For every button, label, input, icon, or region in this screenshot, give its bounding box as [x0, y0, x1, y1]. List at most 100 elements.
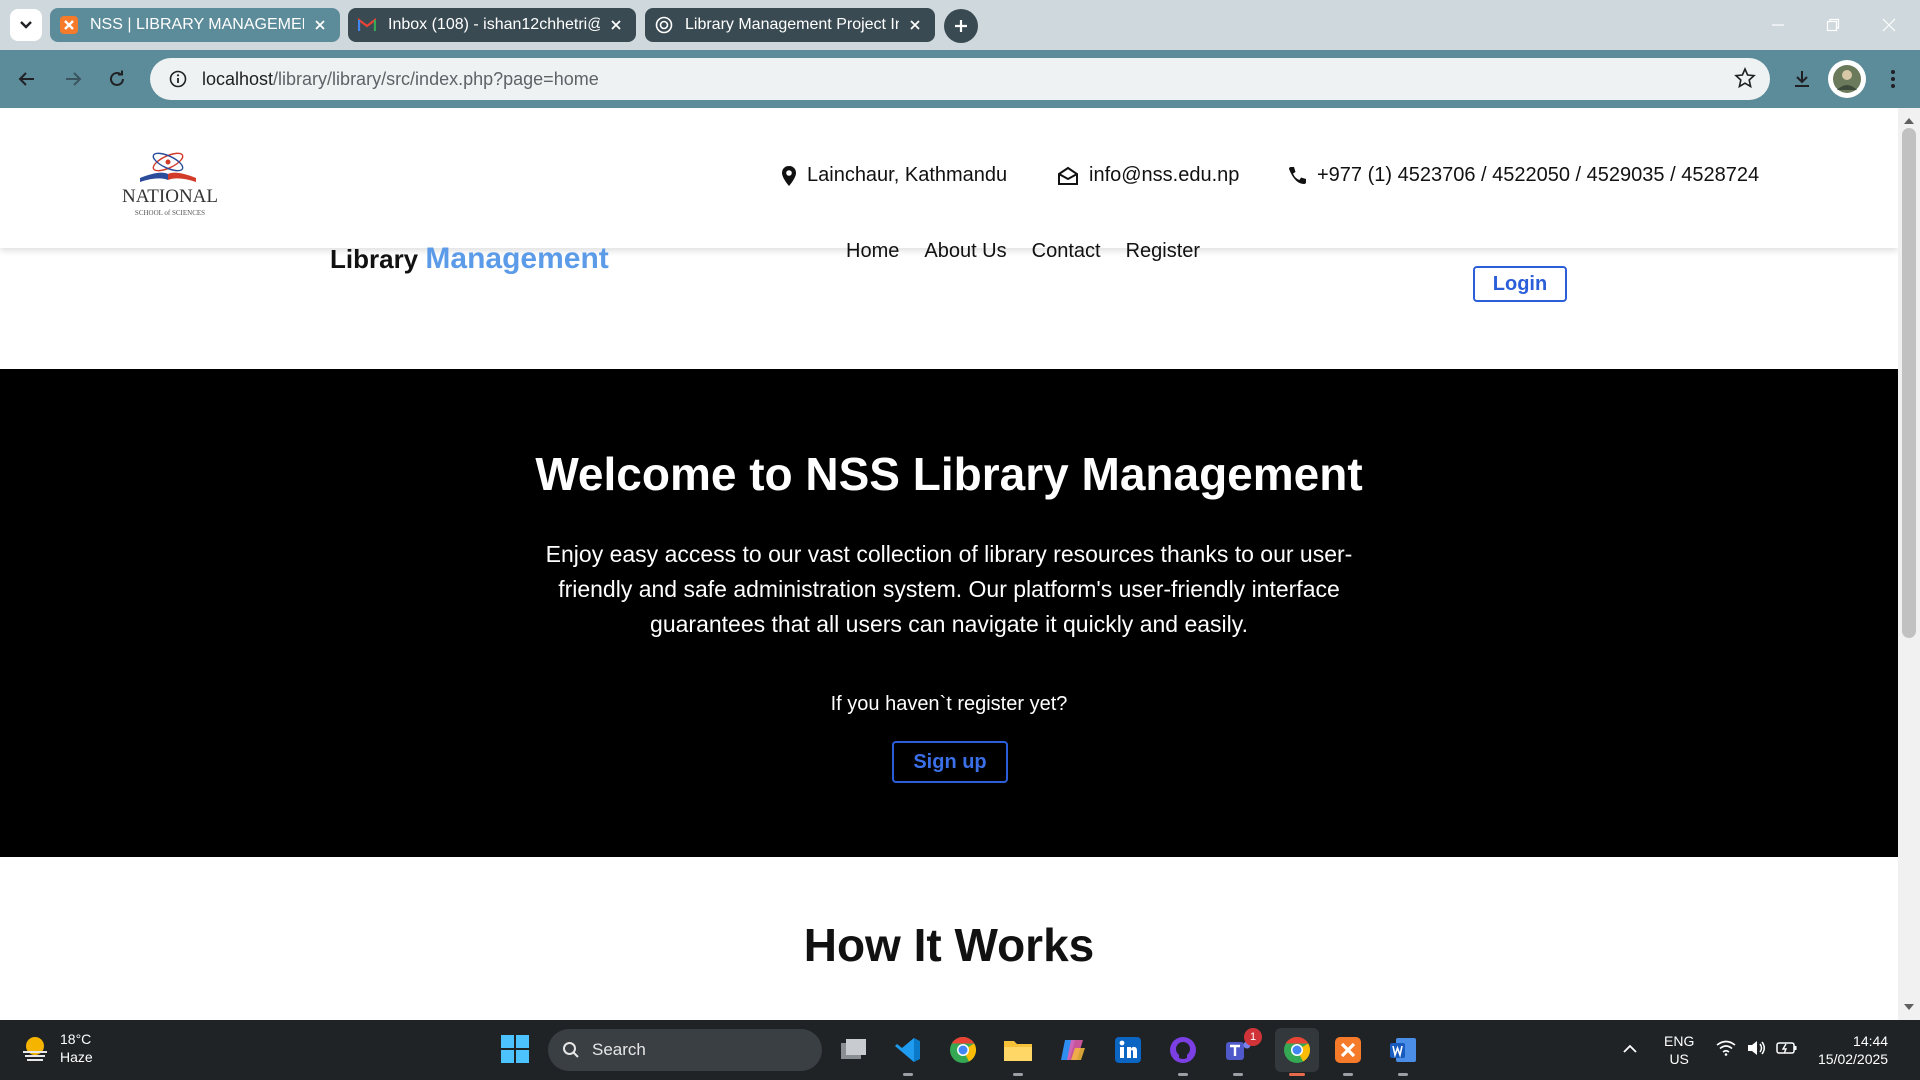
nav-link-contact[interactable]: Contact	[1032, 240, 1101, 263]
linkedin-app[interactable]	[1110, 1032, 1146, 1068]
taskbar-search[interactable]: Search	[548, 1029, 822, 1071]
hero-section: Welcome to NSS Library Management Enjoy …	[0, 369, 1898, 857]
scrollbar-thumb[interactable]	[1902, 128, 1916, 638]
copilot-icon	[1061, 1040, 1085, 1060]
email-text: info@nss.edu.np	[1089, 164, 1240, 186]
login-button[interactable]: Login	[1473, 266, 1567, 302]
signup-button[interactable]: Sign up	[892, 741, 1008, 783]
bookmark-star-icon[interactable]	[1734, 66, 1756, 94]
plus-icon	[955, 20, 967, 32]
clock[interactable]: 14:44 15/02/2025	[1818, 1032, 1888, 1068]
download-icon	[1795, 71, 1809, 87]
browser-toolbar: localhost/library/library/src/index.php?…	[0, 50, 1920, 108]
chrome-active-app[interactable]	[1275, 1028, 1319, 1076]
task-view-app[interactable]	[836, 1032, 872, 1068]
lang-code: ENG	[1664, 1033, 1695, 1049]
chrome-icon	[1284, 1036, 1311, 1063]
windows-taskbar: 18°C Haze Search 1 ENG US 14:44 15/02/20…	[0, 1020, 1920, 1080]
email-info[interactable]: info@nss.edu.np	[1057, 164, 1239, 187]
restore-button[interactable]	[1820, 12, 1846, 38]
url-path: /library/library/src/index.php?page=home	[273, 68, 599, 89]
teams-app[interactable]: 1	[1220, 1028, 1262, 1076]
back-button[interactable]	[10, 62, 44, 96]
minimize-button[interactable]	[1765, 12, 1791, 38]
close-icon[interactable]	[905, 15, 925, 35]
map-pin-icon	[781, 165, 797, 187]
phone-info[interactable]: +977 (1) 4523706 / 4522050 / 4529035 / 4…	[1287, 164, 1759, 187]
xampp-icon	[1335, 1037, 1361, 1063]
language-indicator[interactable]: ENG US	[1664, 1032, 1694, 1068]
arrow-left-icon	[18, 72, 34, 86]
windows-logo-icon	[501, 1035, 529, 1063]
nss-logo-icon: NATIONAL SCHOOL of SCIENCES	[122, 152, 218, 217]
nav-link-about-us[interactable]: About Us	[924, 240, 1006, 263]
page-viewport: NATIONAL SCHOOL of SCIENCES Lainchaur, K…	[0, 108, 1920, 1020]
brand-plain: Library	[330, 244, 419, 274]
location-text: Lainchaur, Kathmandu	[807, 164, 1008, 186]
page-scrollbar[interactable]	[1898, 108, 1920, 1020]
close-icon	[1882, 18, 1896, 32]
speaker-icon	[1748, 1041, 1765, 1055]
scroll-down-icon[interactable]	[1903, 998, 1915, 1016]
avatar-icon	[1833, 65, 1861, 93]
running-indicator	[1013, 1073, 1023, 1076]
running-indicator	[1178, 1073, 1188, 1076]
weather-temp: 18°C	[60, 1031, 92, 1047]
close-icon[interactable]	[310, 15, 330, 35]
phone-text: +977 (1) 4523706 / 4522050 / 4529035 / 4…	[1317, 164, 1760, 186]
vscode-icon	[895, 1038, 920, 1062]
menu-button[interactable]	[1876, 62, 1910, 96]
github-app[interactable]	[1165, 1032, 1201, 1076]
running-indicator	[1233, 1073, 1243, 1076]
chrome-app[interactable]	[945, 1032, 981, 1068]
brand-accent: Management	[425, 242, 609, 275]
minimize-icon	[1772, 24, 1784, 26]
how-it-works-heading: How It Works	[803, 919, 1095, 971]
url-text: localhost/library/library/src/index.php?…	[202, 69, 599, 90]
tab-library-management[interactable]: NSS | LIBRARY MANAGEMENT S	[50, 8, 340, 42]
close-icon[interactable]	[606, 15, 626, 35]
more-vertical-icon	[1891, 70, 1895, 88]
site-info-icon[interactable]	[158, 59, 198, 99]
location-info: Lainchaur, Kathmandu	[781, 164, 1007, 187]
lang-region: US	[1669, 1051, 1689, 1067]
chrome-icon	[950, 1036, 977, 1063]
start-button[interactable]	[500, 1034, 532, 1066]
vscode-app[interactable]	[890, 1032, 926, 1076]
system-status[interactable]	[1716, 1040, 1798, 1056]
running-indicator	[903, 1073, 913, 1076]
reload-button[interactable]	[100, 62, 134, 96]
browser-tab-bar: NSS | LIBRARY MANAGEMENT S Inbox (108) -…	[0, 0, 1920, 50]
forward-button[interactable]	[56, 62, 90, 96]
weather-widget[interactable]: 18°C Haze	[20, 1030, 93, 1066]
running-indicator	[1398, 1073, 1408, 1076]
tab-library-project[interactable]: Library Management Project Int	[645, 8, 935, 42]
gmail-icon	[358, 16, 376, 34]
hero-title: Welcome to NSS Library Management	[535, 448, 1363, 500]
tab-gmail-inbox[interactable]: Inbox (108) - ishan12chhetri@g	[348, 8, 636, 42]
file-explorer-app[interactable]	[1000, 1032, 1036, 1076]
downloads-button[interactable]	[1785, 62, 1819, 96]
nav-link-register[interactable]: Register	[1126, 240, 1200, 263]
wifi-icon	[1716, 1040, 1736, 1056]
school-logo[interactable]: NATIONAL SCHOOL of SCIENCES	[110, 140, 230, 220]
nav-link-home[interactable]: Home	[846, 240, 899, 263]
github-icon	[1170, 1037, 1196, 1063]
word-app[interactable]	[1385, 1032, 1421, 1076]
xampp-app[interactable]	[1330, 1032, 1366, 1076]
main-nav: Home About Us Contact Register	[846, 240, 1200, 263]
url-host: localhost	[202, 68, 274, 89]
site-brand[interactable]: Library Management	[330, 242, 609, 276]
notification-badge: 1	[1244, 1028, 1262, 1046]
tab-search-button[interactable]	[10, 9, 42, 41]
xampp-icon	[60, 16, 78, 34]
tab-title: NSS | LIBRARY MANAGEMENT S	[90, 16, 304, 33]
address-bar[interactable]: localhost/library/library/src/index.php?…	[150, 58, 1770, 100]
top-contact-bar: NATIONAL SCHOOL of SCIENCES Lainchaur, K…	[0, 108, 1898, 248]
copilot-app[interactable]	[1055, 1032, 1091, 1068]
new-tab-button[interactable]	[944, 9, 978, 43]
close-window-button[interactable]	[1876, 12, 1902, 38]
profile-avatar[interactable]	[1828, 60, 1866, 98]
envelope-icon	[1057, 166, 1079, 186]
show-hidden-icons[interactable]	[1622, 1040, 1638, 1058]
